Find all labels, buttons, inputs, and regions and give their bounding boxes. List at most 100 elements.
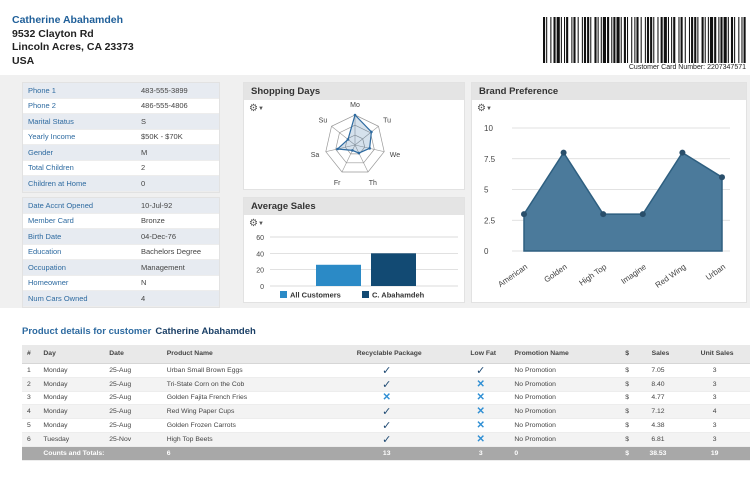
column-header[interactable]: Promotion Name: [509, 345, 621, 364]
account-label: Education: [28, 247, 62, 257]
x-icon: ✕: [476, 392, 485, 403]
profile-value: S: [141, 116, 147, 126]
shopping-days-radar-chart: Mo Tu We Th Fr Sa Su: [311, 102, 401, 187]
barcode-bar: [556, 17, 560, 63]
table-cell: $: [620, 391, 637, 405]
table-cell: 25-Aug: [104, 377, 162, 392]
barcode-bar: [741, 17, 743, 63]
barcode-bar: [697, 17, 699, 63]
profile-value: $50K - $70K: [141, 132, 183, 142]
table-header-row: # Day Date Product Name Recyclable Package Lo…: [22, 345, 750, 364]
barcode-bar: [594, 17, 597, 63]
table-cell: $: [620, 404, 637, 419]
table-row[interactable]: 3 Monday 25-Aug Golden Fajita French Fries ✕…: [22, 391, 750, 405]
table-cell: 4.77: [636, 391, 680, 405]
barcode-bar: [613, 17, 616, 63]
x-icon: ✕: [476, 419, 485, 431]
column-header[interactable]: Unit Sales: [679, 345, 750, 364]
barcode-bar: [678, 17, 680, 63]
column-header[interactable]: $: [620, 345, 637, 364]
barcode-bar: [673, 17, 676, 63]
column-header[interactable]: Low Fat: [452, 345, 510, 364]
table-cell: Tuesday: [38, 432, 105, 447]
table-cell: Golden Fajita French Fries: [161, 391, 322, 405]
table-row[interactable]: 5 Monday 25-Aug Golden Frozen Carrots ✓ ✕ No P…: [22, 418, 750, 433]
customer-city: Lincoln Acres, CA 23373: [12, 41, 134, 53]
table-cell: 7.12: [636, 404, 680, 419]
barcode-bar: [688, 17, 690, 63]
account-value: Bronze: [141, 216, 165, 226]
radar-category-label: Th: [369, 180, 377, 187]
profile-row: Total Children 2: [23, 161, 219, 176]
barcode-bar: [714, 17, 717, 63]
table-row[interactable]: 4 Monday 25-Aug Red Wing Paper Cups ✓ ✕ No Pro…: [22, 404, 750, 419]
barcode-bar: [691, 17, 694, 63]
table-row[interactable]: 6 Tuesday 25-Nov High Top Beets ✓ ✕ No Promoti…: [22, 432, 750, 447]
brand-preference-title: Brand Preference: [472, 83, 746, 100]
account-row: Homeowner N: [23, 276, 219, 291]
table-cell: 3: [679, 391, 750, 405]
table-cell: Monday: [38, 377, 105, 392]
column-header[interactable]: Sales: [636, 345, 680, 364]
customer-card-number: Customer Card Number: 2207347571: [628, 64, 746, 71]
barcode-bar: [650, 17, 653, 63]
barcode-bar: [663, 17, 667, 63]
area-point: [719, 174, 725, 181]
average-sales-bar-chart: 0 20 40 60 All Customers C. Abahamdeh: [256, 235, 458, 300]
column-header[interactable]: Date: [104, 345, 162, 364]
table-cell: 4: [679, 404, 750, 419]
x-icon: ✕: [476, 378, 485, 390]
column-header[interactable]: #: [22, 345, 39, 364]
table-cell: High Top Beets: [161, 432, 322, 447]
totals-units: 19: [679, 446, 750, 461]
account-value: Management: [141, 262, 185, 272]
account-label: Num Cars Owned: [28, 293, 88, 303]
area-series: [523, 151, 723, 252]
table-cell: 5: [22, 418, 39, 433]
column-header[interactable]: Recyclable Package: [321, 345, 453, 364]
barcode-bar: [564, 17, 566, 63]
account-value: 04-Dec-76: [141, 231, 177, 241]
low-fat-cell: ✕: [452, 418, 510, 433]
table-cell: Golden Frozen Carrots: [161, 418, 322, 433]
profile-row: Children at Home 0: [23, 176, 219, 192]
x-icon: ✕: [476, 405, 485, 417]
account-value: 4: [141, 293, 146, 303]
barcode-bar: [680, 17, 683, 63]
average-sales-panel: Average Sales ⚙▼ 0 20 40 60 All Customers C. …: [243, 197, 465, 303]
recyclable-cell: ✓: [321, 418, 453, 433]
radar-point: [357, 151, 361, 155]
bar-customer: [371, 253, 416, 286]
account-info-table: Date Accnt Opened 10-Jul-92 Member Card Bro…: [22, 197, 220, 308]
account-row: Member Card Bronze: [23, 214, 219, 229]
table-cell: 25-Aug: [104, 363, 162, 378]
recyclable-cell: ✓: [321, 377, 453, 392]
table-cell: No Promotion: [509, 391, 621, 405]
table-row[interactable]: 2 Monday 25-Aug Tri-State Corn on the Cob ✓ ✕…: [22, 377, 750, 392]
profile-label: Gender: [28, 147, 54, 157]
radar-category-label: Fr: [334, 180, 341, 187]
totals-count: 6: [161, 446, 322, 461]
barcode-bar: [583, 17, 587, 63]
table-cell: No Promotion: [509, 404, 621, 419]
barcode-bar: [616, 17, 620, 63]
product-details-title: Product details for customer Catherine Ab…: [22, 326, 256, 337]
customer-header: Catherine Abahamdeh 9532 Clayton Rd Linc…: [0, 0, 750, 72]
area-point: [521, 211, 527, 218]
table-row[interactable]: 1 Monday 25-Aug Urban Small Brown Eggs ✓ ✓ No …: [22, 363, 750, 378]
low-fat-cell: ✕: [452, 391, 510, 405]
barcode-bar: [738, 17, 740, 63]
account-row: Education Bachelors Degree: [23, 245, 219, 260]
column-header[interactable]: Day: [38, 345, 105, 364]
table-cell: 4: [22, 404, 39, 419]
table-cell: 3: [679, 363, 750, 378]
table-cell: No Promotion: [509, 363, 621, 378]
profile-value: M: [141, 147, 148, 157]
barcode-bar: [553, 17, 556, 63]
column-header[interactable]: Product Name: [161, 345, 322, 364]
area-x-tick-label: Urban: [704, 262, 727, 282]
table-cell: 8.40: [636, 377, 680, 392]
barcode-bar: [707, 17, 709, 63]
barcode-bar: [720, 17, 723, 63]
totals-label: Counts and Totals:: [38, 446, 162, 461]
